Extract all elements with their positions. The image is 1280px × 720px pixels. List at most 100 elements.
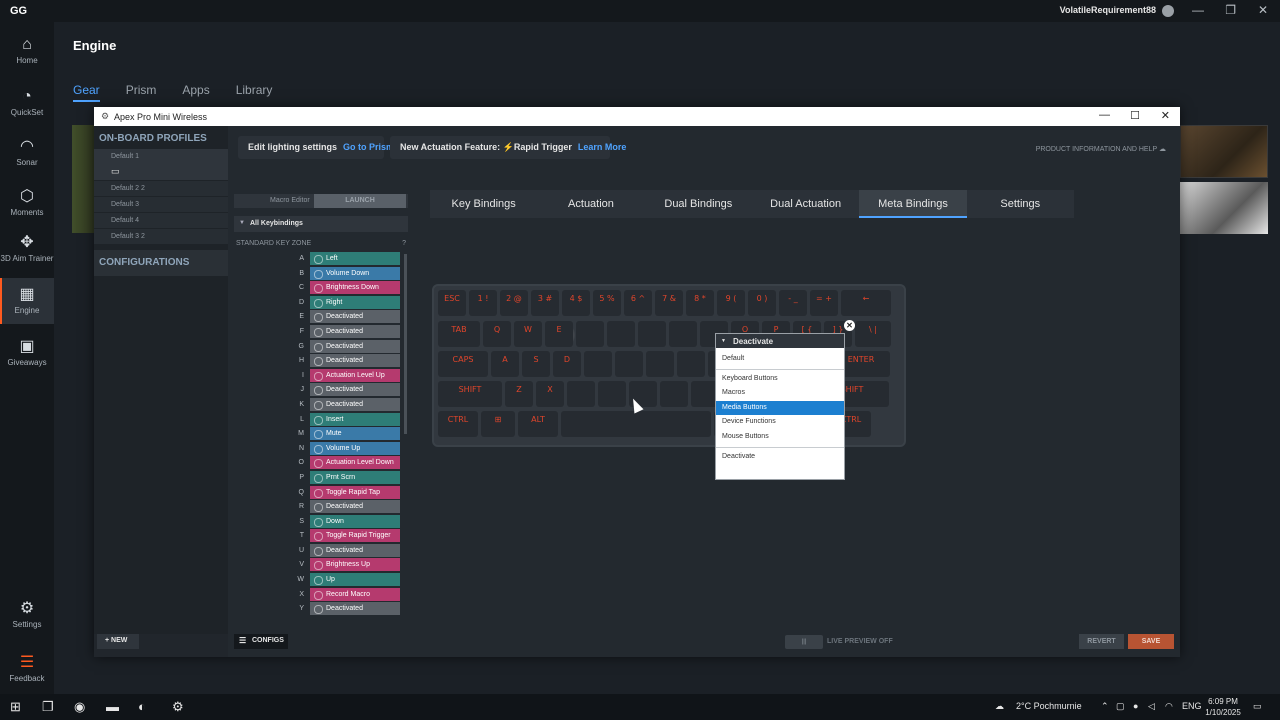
live-preview-toggle[interactable]: ||| xyxy=(785,635,823,649)
network-icon[interactable]: ◠ xyxy=(1165,701,1173,712)
dropdown-header[interactable]: Deactivate xyxy=(716,334,844,348)
binding-value[interactable]: Prnt Scrn xyxy=(310,470,400,484)
keyboard-key[interactable]: S xyxy=(522,351,550,377)
binding-value[interactable]: Deactivated xyxy=(310,324,400,338)
binding-value[interactable]: Brightness Down xyxy=(310,281,400,295)
windows-start-icon[interactable]: ⊞ xyxy=(10,699,21,715)
binding-value[interactable]: Insert xyxy=(310,412,400,426)
tab-apps[interactable]: Apps xyxy=(182,83,209,102)
table-row[interactable]: I Actuation Level Up xyxy=(234,368,402,384)
table-row[interactable]: H Deactivated xyxy=(234,354,402,369)
keyboard-key[interactable]: 6 ^ xyxy=(624,290,652,316)
table-row[interactable]: A Left xyxy=(234,252,402,267)
new-config-button[interactable]: + NEW xyxy=(97,634,139,649)
keyboard-key[interactable] xyxy=(677,351,705,377)
keyboard-key[interactable] xyxy=(607,321,635,347)
binding-value[interactable]: Deactivated xyxy=(310,397,400,411)
keyboard-key[interactable]: Z xyxy=(505,381,533,407)
keyboard-key[interactable]: 8 * xyxy=(686,290,714,316)
keyboard-key[interactable] xyxy=(638,321,666,347)
binding-value[interactable]: Actuation Level Down xyxy=(310,456,400,470)
table-row[interactable]: M Mute xyxy=(234,427,402,442)
table-row[interactable]: J Deactivated xyxy=(234,383,402,398)
profile-item[interactable]: Default 1 ▭ xyxy=(94,148,228,180)
binding-value[interactable]: Deactivated xyxy=(310,383,400,397)
app-icon[interactable]: ◐ xyxy=(138,699,146,714)
dropdown-item-device-functions[interactable]: Device Functions xyxy=(716,415,844,430)
table-row[interactable]: X Record Macro xyxy=(234,587,402,603)
configs-button[interactable]: CONFIGS xyxy=(234,634,288,649)
binding-value[interactable]: Actuation Level Up xyxy=(310,368,400,382)
help-icon[interactable]: ? xyxy=(402,240,406,247)
nav-feedback[interactable]: ☰ Feedback xyxy=(0,654,54,684)
binding-value[interactable]: Volume Down xyxy=(310,266,400,280)
table-row[interactable]: L Insert xyxy=(234,412,402,428)
system-clock[interactable]: 6:09 PM 1/10/2025 xyxy=(1200,696,1246,718)
keyboard-key[interactable]: 7 & xyxy=(655,290,683,316)
keyboard-key[interactable]: 4 $ xyxy=(562,290,590,316)
go-to-prism-link[interactable]: Go to Prism xyxy=(343,142,394,152)
keyboard-key[interactable]: 5 % xyxy=(593,290,621,316)
close-icon[interactable]: ✕ xyxy=(1161,109,1170,122)
save-button[interactable]: SAVE xyxy=(1128,634,1174,649)
table-row[interactable]: G Deactivated xyxy=(234,339,402,355)
minimize-icon[interactable]: — xyxy=(1099,109,1110,121)
file-explorer-icon[interactable]: ▬ xyxy=(106,699,119,714)
keyboard-key[interactable]: TAB xyxy=(438,321,480,347)
keyboard-key[interactable] xyxy=(598,381,626,407)
keyboard-key[interactable]: 1 ! xyxy=(469,290,497,316)
nav-engine[interactable]: ▦ Engine xyxy=(0,278,54,324)
keyboard-key[interactable] xyxy=(567,381,595,407)
dropdown-item-media-buttons[interactable]: Media Buttons xyxy=(716,400,844,416)
all-keybindings-dropdown[interactable]: All Keybindings xyxy=(234,216,408,232)
learn-more-link[interactable]: Learn More xyxy=(578,142,627,152)
tab-library[interactable]: Library xyxy=(236,83,273,102)
keyboard-key[interactable]: ⊞ xyxy=(481,411,515,437)
keyboard-key[interactable]: 9 ( xyxy=(717,290,745,316)
table-row[interactable]: F Deactivated xyxy=(234,324,402,340)
tab-dual-bindings[interactable]: Dual Bindings xyxy=(645,190,752,218)
binding-value[interactable]: Deactivated xyxy=(310,339,400,353)
binding-value[interactable]: Left xyxy=(310,252,400,265)
table-row[interactable]: Y Deactivated xyxy=(234,602,402,617)
binding-value[interactable]: Brightness Up xyxy=(310,558,400,572)
keyboard-key[interactable]: = + xyxy=(810,290,838,316)
username[interactable]: VolatileRequirement88 xyxy=(1060,5,1156,15)
keyboard-key[interactable] xyxy=(660,381,688,407)
restore-icon[interactable]: ❐ xyxy=(1225,3,1236,17)
tab-meta-bindings[interactable]: Meta Bindings xyxy=(859,190,967,218)
language-indicator[interactable]: ENG xyxy=(1182,701,1202,711)
binding-value[interactable]: Deactivated xyxy=(310,543,400,557)
minimize-icon[interactable]: — xyxy=(1192,3,1204,17)
binding-value[interactable]: Deactivated xyxy=(310,602,400,616)
keyboard-key[interactable]: 0 ) xyxy=(748,290,776,316)
keyboard-key[interactable]: SHIFT xyxy=(438,381,502,407)
keyboard-key[interactable] xyxy=(576,321,604,347)
tray-icon[interactable]: ▢ xyxy=(1116,701,1125,712)
keyboard-key[interactable]: E xyxy=(545,321,573,347)
profile-item[interactable]: Default 4 xyxy=(94,212,228,228)
binding-value[interactable]: Mute xyxy=(310,427,400,441)
profile-item[interactable]: Default 3 xyxy=(94,196,228,212)
chevron-up-icon[interactable]: ⌃ xyxy=(1101,701,1109,712)
task-view-icon[interactable]: ❐ xyxy=(42,699,54,715)
binding-value[interactable]: Deactivated xyxy=(310,310,400,324)
table-row[interactable]: W Up xyxy=(234,573,402,588)
table-row[interactable]: Q Toggle Rapid Tap xyxy=(234,485,402,501)
dropdown-item-keyboard-buttons[interactable]: Keyboard Buttons xyxy=(716,372,844,387)
keyboard-key[interactable]: 2 @ xyxy=(500,290,528,316)
microphone-icon[interactable]: ● xyxy=(1133,701,1138,711)
launch-button[interactable]: LAUNCH xyxy=(314,194,406,208)
close-dropdown-icon[interactable]: ✕ xyxy=(844,320,855,331)
close-icon[interactable]: ✕ xyxy=(1258,3,1268,17)
nav-quickset[interactable]: ◔ QuickSet xyxy=(0,86,54,126)
binding-value[interactable]: Deactivated xyxy=(310,500,400,514)
tab-prism[interactable]: Prism xyxy=(126,83,157,102)
keyboard-key[interactable]: CAPS xyxy=(438,351,488,377)
keyboard-key[interactable]: 3 # xyxy=(531,290,559,316)
table-row[interactable]: D Right xyxy=(234,295,402,311)
table-row[interactable]: T Toggle Rapid Trigger xyxy=(234,529,402,544)
tab-key-bindings[interactable]: Key Bindings xyxy=(430,190,537,218)
dropdown-item-default[interactable]: Default xyxy=(716,352,844,367)
nav-home[interactable]: ⌂ Home xyxy=(0,34,54,74)
